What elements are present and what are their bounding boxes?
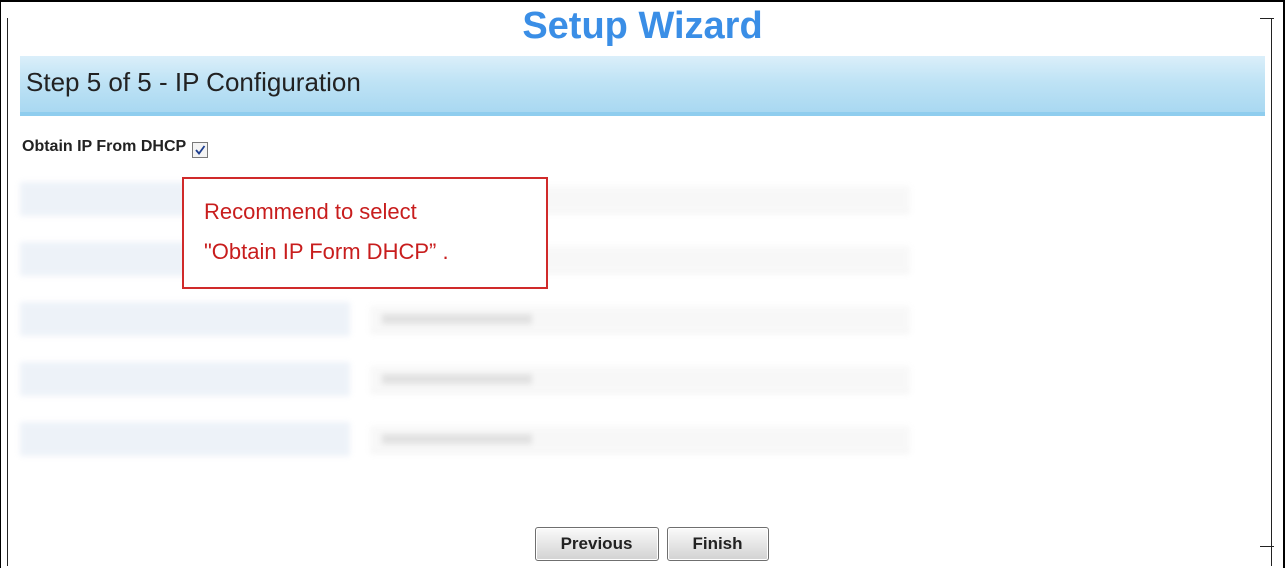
dhcp-option-row: Obtain IP From DHCP [22, 136, 209, 158]
dhcp-label: Obtain IP From DHCP [22, 138, 187, 155]
wizard-buttons: Previous Finish [0, 527, 1285, 561]
left-border-line [7, 18, 8, 566]
previous-button[interactable]: Previous [534, 527, 659, 561]
callout-line-2: "Obtain IP Form DHCP” . [204, 239, 449, 264]
step-title: Step 5 of 5 - IP Configuration [26, 67, 361, 97]
recommendation-callout: Recommend to select "Obtain IP Form DHCP… [182, 177, 548, 289]
finish-button[interactable]: Finish [666, 527, 769, 561]
step-header-bar: Step 5 of 5 - IP Configuration [20, 56, 1265, 116]
callout-line-1: Recommend to select [204, 199, 417, 224]
check-icon [195, 145, 206, 155]
dhcp-checkbox[interactable] [192, 142, 209, 158]
page-title: Setup Wizard [522, 5, 763, 47]
right-border-line [1271, 18, 1272, 566]
